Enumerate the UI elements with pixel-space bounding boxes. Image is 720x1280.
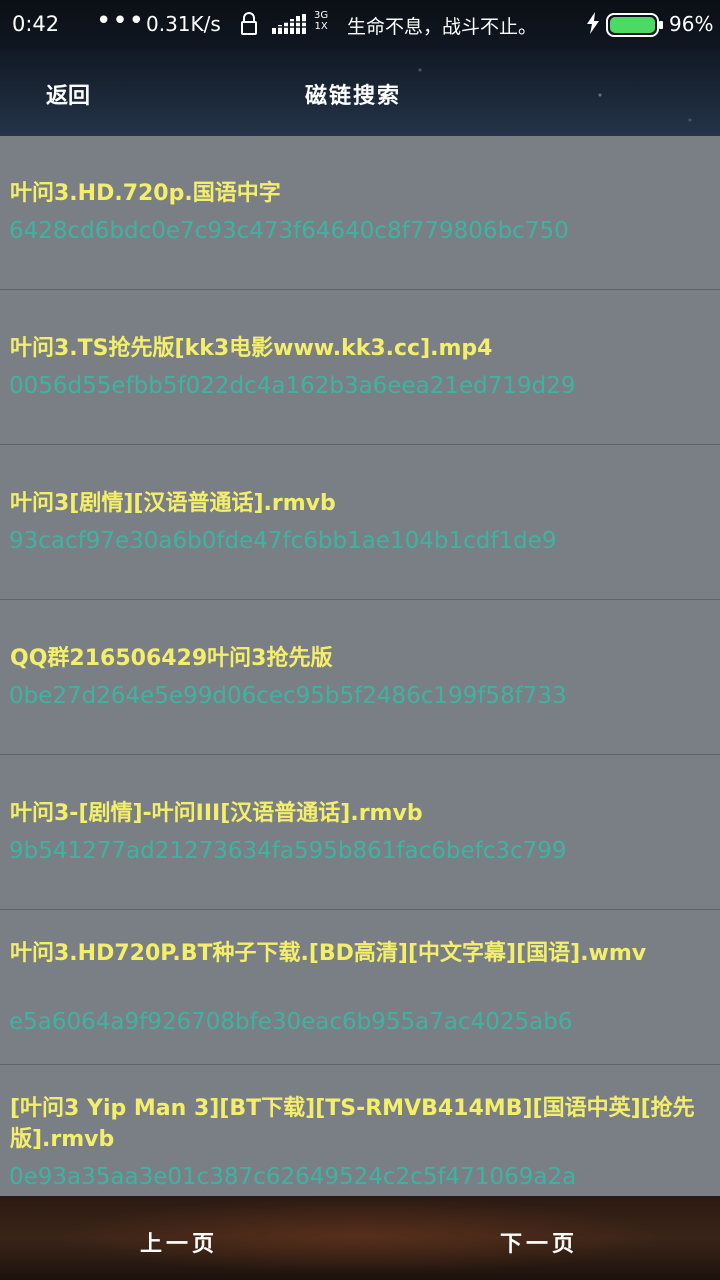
lock-icon [240,12,258,41]
page-title: 磁链搜索 [305,84,402,109]
magnet-result-list[interactable]: 叶问3.HD.720p.国语中字 6428cd6bdc0e7c93c473f64… [0,136,720,1196]
list-item[interactable]: 叶问3[剧情][汉语普通话].rmvb 93cacf97e30a6b0fde47… [0,446,720,600]
list-item[interactable]: 叶问3-[剧情]-叶问III[汉语普通话].rmvb 9b541277ad212… [0,756,720,910]
item-title: QQ群216506429叶问3抢先版 [10,646,333,671]
list-item[interactable]: 叶问3.HD720P.BT种子下载.[BD高清][中文字幕][国语].wmv e… [0,911,720,1065]
item-hash: 6428cd6bdc0e7c93c473f64640c8f779806bc750 [9,218,569,244]
charging-icon [586,12,600,39]
item-hash: 93cacf97e30a6b0fde47fc6bb1ae104b1cdf1de9 [9,528,557,554]
next-page-button[interactable]: 下一页 [500,1226,578,1258]
notification-dots-icon: ••• [96,6,146,36]
item-hash: e5a6064a9f926708bfe30eac6b955a7ac4025ab6 [9,1009,573,1035]
item-title: 叶问3.TS抢先版[kk3电影www.kk3.cc].mp4 [10,336,493,361]
pagination-bar: 上一页 下一页 [0,1196,720,1280]
item-hash: 0056d55efbb5f022dc4a162b3a6eea21ed719d29 [9,373,576,399]
item-title: 叶问3-[剧情]-叶问III[汉语普通话].rmvb [10,801,423,826]
item-hash: 9b541277ad21273634fa595b861fac6befc3c799 [9,838,567,864]
list-item[interactable]: 叶问3.TS抢先版[kk3电影www.kk3.cc].mp4 0056d55ef… [0,291,720,445]
signal-icon [272,14,310,39]
battery-percent: 96% [669,12,714,36]
list-item[interactable]: QQ群216506429叶问3抢先版 0be27d264e5e99d06cec9… [0,601,720,755]
network-type: 3G 1X [314,10,329,32]
list-item[interactable]: 叶问3.HD.720p.国语中字 6428cd6bdc0e7c93c473f64… [0,136,720,290]
item-title: [叶问3 Yip Man 3][BT下载][TS-RMVB414MB][国语中英… [10,1096,695,1152]
battery-icon [606,13,664,42]
item-title: 叶问3.HD720P.BT种子下载.[BD高清][中文字幕][国语].wmv [10,941,647,966]
item-title: 叶问3.HD.720p.国语中字 [10,181,281,206]
item-hash: 0e93a35aa3e01c387c62649524c2c5f471069a2a [9,1164,577,1190]
item-hash: 0be27d264e5e99d06cec95b5f2486c199f58f733 [9,683,567,709]
item-title: 叶问3[剧情][汉语普通话].rmvb [10,491,336,516]
back-button[interactable]: 返回 [46,78,90,110]
app-header: 返回 磁链搜索 [0,50,720,136]
list-item[interactable]: [叶问3 Yip Man 3][BT下载][TS-RMVB414MB][国语中英… [0,1066,720,1196]
status-slogan: 生命不息，战斗不止。 [347,16,538,38]
clock: 0:42 [12,12,60,36]
network-speed: 0.31K/s [146,12,221,36]
status-bar: 0:42 ••• 0.31K/s 3G 1X 生命不息，战斗不止。 96% [0,0,720,50]
prev-page-button[interactable]: 上一页 [140,1226,218,1258]
